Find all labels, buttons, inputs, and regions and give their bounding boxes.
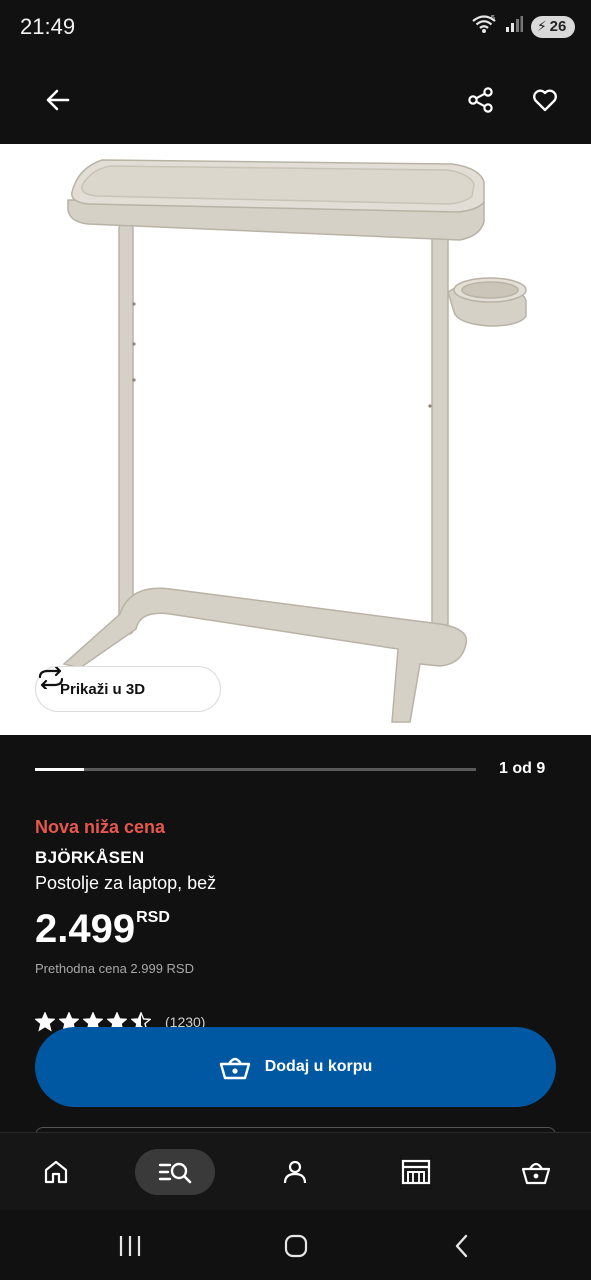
- share-button[interactable]: [457, 76, 505, 124]
- favorite-button[interactable]: [521, 76, 569, 124]
- home-icon: [44, 1160, 68, 1184]
- status-time: 21:49: [20, 14, 76, 39]
- charging-bolt-icon: ⚡: [537, 17, 547, 34]
- product-image[interactable]: Prikaži u 3D: [0, 144, 591, 735]
- store-icon: [401, 1159, 431, 1185]
- product-name[interactable]: BJÖRKÅSEN: [35, 848, 144, 868]
- bottom-navigation: [0, 1132, 591, 1210]
- battery-icon: ⚡ 26: [531, 15, 575, 38]
- star-full-icon: [35, 1012, 55, 1032]
- heart-icon: [533, 89, 557, 112]
- nav-stores[interactable]: [393, 1149, 439, 1195]
- system-back-button[interactable]: [442, 1226, 482, 1266]
- rotate-3d-icon: [38, 667, 64, 689]
- previous-price: Prethodna cena 2.999 RSD: [35, 961, 194, 976]
- nav-home[interactable]: [33, 1149, 79, 1195]
- view-3d-label: Prikaži u 3D: [60, 680, 146, 698]
- app-header: [0, 56, 591, 144]
- price: 2.499 RSD: [35, 905, 170, 953]
- product-detail-screen: 21:49 5 ⚡ 26 Prikaži u 3D 1 od 9 Nova ni…: [0, 0, 591, 1280]
- price-currency: RSD: [136, 909, 170, 926]
- status-icons: 5 ⚡ 26: [471, 14, 575, 39]
- wifi-icon: 5: [471, 14, 497, 39]
- home-system-button[interactable]: [276, 1226, 316, 1266]
- add-to-cart-label: Dodaj u korpu: [264, 1058, 373, 1075]
- price-value: 2.499: [35, 907, 136, 951]
- nav-cart[interactable]: [513, 1149, 559, 1195]
- laptop-stand-illustration: [62, 159, 527, 723]
- share-icon: [468, 87, 493, 113]
- recent-apps-icon: [119, 1236, 141, 1256]
- product-description: Postolje za laptop, bež: [35, 873, 217, 893]
- basket-icon: [219, 1057, 250, 1080]
- battery-level: 26: [549, 18, 567, 35]
- system-navigation-bar: [0, 1210, 591, 1280]
- signal-icon: [505, 15, 523, 38]
- gallery-progress-fill: [35, 768, 84, 771]
- recent-apps-button[interactable]: [110, 1226, 150, 1266]
- gallery-progress-track: [35, 768, 476, 771]
- cart-basket-icon: [521, 1162, 551, 1185]
- view-3d-button[interactable]: Prikaži u 3D: [35, 666, 221, 712]
- promo-label: Nova niža cena: [35, 817, 166, 837]
- wifi-band-label: 5: [491, 15, 495, 22]
- home-circle-icon: [284, 1234, 308, 1258]
- gallery-counter: 1 od 9: [499, 760, 546, 777]
- back-button[interactable]: [34, 76, 82, 124]
- nav-profile[interactable]: [272, 1149, 318, 1195]
- status-bar: 21:49 5 ⚡ 26: [0, 0, 591, 56]
- search-list-icon: [158, 1162, 192, 1184]
- profile-icon: [283, 1160, 307, 1184]
- add-to-cart-button[interactable]: Dodaj u korpu: [35, 1027, 556, 1107]
- nav-search[interactable]: [135, 1149, 215, 1195]
- back-arrow-icon: [46, 89, 70, 111]
- back-chevron-icon: [455, 1234, 468, 1258]
